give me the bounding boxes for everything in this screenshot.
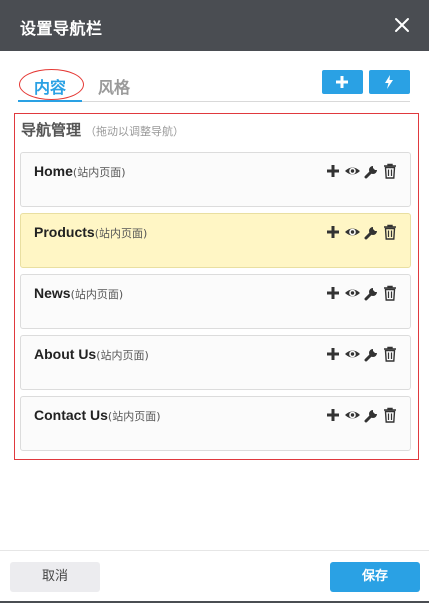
plus-icon[interactable] [326, 285, 340, 301]
nav-item-type: (站内页面) [94, 227, 148, 240]
nav-item-type: (站内页面) [70, 288, 124, 301]
nav-item-name: News [34, 285, 71, 301]
nav-item-label: About Us(站内页面) [34, 346, 149, 363]
wrench-icon[interactable] [364, 285, 380, 301]
dialog-title: 设置导航栏 [20, 19, 103, 38]
tab-style[interactable]: 风格 [98, 74, 130, 98]
eye-icon[interactable] [344, 407, 361, 423]
wrench-icon[interactable] [364, 407, 380, 423]
close-icon[interactable] [391, 14, 413, 36]
nav-item-name: About Us [34, 346, 97, 362]
nav-item-home[interactable]: Home(站内页面) [20, 152, 411, 207]
nav-item-about-us[interactable]: About Us(站内页面) [20, 335, 411, 390]
eye-icon[interactable] [344, 346, 361, 362]
nav-item-name: Home [34, 163, 73, 179]
nav-item-type: (站内页面) [72, 166, 126, 179]
nav-item-actions [326, 407, 408, 423]
nav-item-type: (站内页面) [107, 410, 161, 423]
wrench-icon[interactable] [364, 224, 380, 240]
eye-icon[interactable] [344, 285, 361, 301]
wrench-icon[interactable] [364, 346, 380, 362]
cancel-button[interactable]: 取消 [10, 562, 100, 592]
section-title: 导航管理 [21, 121, 82, 139]
trash-icon[interactable] [383, 285, 397, 301]
eye-icon[interactable] [344, 224, 361, 240]
nav-item-contact-us[interactable]: Contact Us(站内页面) [20, 396, 411, 451]
nav-item-products[interactable]: Products(站内页面) [20, 213, 411, 268]
trash-icon[interactable] [383, 346, 397, 362]
annotation-circle [19, 69, 84, 100]
plus-icon [336, 76, 348, 88]
plus-icon[interactable] [326, 224, 340, 240]
add-nav-button[interactable] [322, 70, 363, 94]
settings-dialog: 设置导航栏 内容 风格 导航管理 （拖动以调整导航） Home(站内页面) Prod… [0, 0, 429, 603]
nav-item-label: Contact Us(站内页面) [34, 407, 161, 424]
nav-item-actions [326, 285, 408, 301]
plus-icon[interactable] [326, 163, 340, 179]
nav-item-actions [326, 163, 408, 179]
nav-item-label: News(站内页面) [34, 285, 123, 302]
nav-item-type: (站内页面) [96, 349, 149, 362]
nav-item-label: Home(站内页面) [34, 163, 126, 180]
trash-icon[interactable] [383, 163, 397, 179]
active-tab-indicator [18, 100, 82, 102]
section-hint: （拖动以调整导航） [85, 125, 185, 138]
nav-item-news[interactable]: News(站内页面) [20, 274, 411, 329]
trash-icon[interactable] [383, 407, 397, 423]
eye-icon[interactable] [344, 163, 361, 179]
nav-item-label: Products(站内页面) [34, 224, 147, 241]
plus-icon[interactable] [326, 407, 340, 423]
dialog-titlebar: 设置导航栏 [0, 0, 429, 51]
section-header: 导航管理 （拖动以调整导航） [21, 119, 184, 140]
save-button[interactable]: 保存 [330, 562, 420, 592]
nav-item-name: Contact Us [34, 407, 108, 423]
nav-item-actions [326, 346, 408, 362]
trash-icon[interactable] [383, 224, 397, 240]
nav-item-name: Products [34, 224, 95, 240]
dialog-footer: 取消 保存 [0, 550, 429, 601]
lightning-icon [385, 75, 393, 89]
nav-management-section: 导航管理 （拖动以调整导航） Home(站内页面) Products(站内页面) Ne… [14, 113, 419, 460]
nav-item-actions [326, 224, 408, 240]
plus-icon[interactable] [326, 346, 340, 362]
quick-action-button[interactable] [369, 70, 410, 94]
wrench-icon[interactable] [364, 163, 380, 179]
